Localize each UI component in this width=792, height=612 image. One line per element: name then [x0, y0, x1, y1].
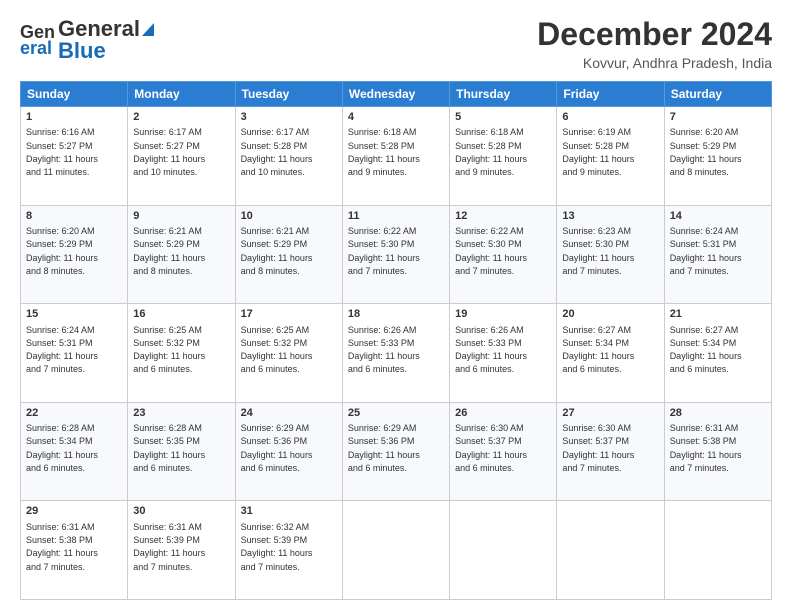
- header-thursday: Thursday: [450, 82, 557, 107]
- day-cell-3: 3 Sunrise: 6:17 AMSunset: 5:28 PMDayligh…: [235, 107, 342, 206]
- header-friday: Friday: [557, 82, 664, 107]
- calendar-table: Sunday Monday Tuesday Wednesday Thursday…: [20, 81, 772, 600]
- day-cell-29: 29 Sunrise: 6:31 AMSunset: 5:38 PMDaylig…: [21, 501, 128, 600]
- day-cell-25: 25 Sunrise: 6:29 AMSunset: 5:36 PMDaylig…: [342, 402, 449, 501]
- day-cell-4: 4 Sunrise: 6:18 AMSunset: 5:28 PMDayligh…: [342, 107, 449, 206]
- day-cell-6: 6 Sunrise: 6:19 AMSunset: 5:28 PMDayligh…: [557, 107, 664, 206]
- day-cell-26: 26 Sunrise: 6:30 AMSunset: 5:37 PMDaylig…: [450, 402, 557, 501]
- header-wednesday: Wednesday: [342, 82, 449, 107]
- day-cell-7: 7 Sunrise: 6:20 AMSunset: 5:29 PMDayligh…: [664, 107, 771, 206]
- day-cell-24: 24 Sunrise: 6:29 AMSunset: 5:36 PMDaylig…: [235, 402, 342, 501]
- day-cell-17: 17 Sunrise: 6:25 AMSunset: 5:32 PMDaylig…: [235, 304, 342, 403]
- day-cell-30: 30 Sunrise: 6:31 AMSunset: 5:39 PMDaylig…: [128, 501, 235, 600]
- logo-blue: Blue: [58, 38, 106, 64]
- day-cell-14: 14 Sunrise: 6:24 AMSunset: 5:31 PMDaylig…: [664, 205, 771, 304]
- table-row: 22 Sunrise: 6:28 AMSunset: 5:34 PMDaylig…: [21, 402, 772, 501]
- table-row: 1 Sunrise: 6:16 AMSunset: 5:27 PMDayligh…: [21, 107, 772, 206]
- empty-cell: [450, 501, 557, 600]
- svg-text:eral: eral: [20, 38, 52, 58]
- header: Gen eral General Blue December 2024 Kovv…: [20, 16, 772, 71]
- header-sunday: Sunday: [21, 82, 128, 107]
- table-row: 15 Sunrise: 6:24 AMSunset: 5:31 PMDaylig…: [21, 304, 772, 403]
- day-cell-8: 8 Sunrise: 6:20 AMSunset: 5:29 PMDayligh…: [21, 205, 128, 304]
- location: Kovvur, Andhra Pradesh, India: [537, 55, 772, 71]
- empty-cell: [342, 501, 449, 600]
- empty-cell: [664, 501, 771, 600]
- day-cell-11: 11 Sunrise: 6:22 AMSunset: 5:30 PMDaylig…: [342, 205, 449, 304]
- day-cell-20: 20 Sunrise: 6:27 AMSunset: 5:34 PMDaylig…: [557, 304, 664, 403]
- day-cell-2: 2 Sunrise: 6:17 AMSunset: 5:27 PMDayligh…: [128, 107, 235, 206]
- table-row: 8 Sunrise: 6:20 AMSunset: 5:29 PMDayligh…: [21, 205, 772, 304]
- logo-triangle: [142, 23, 154, 36]
- day-cell-31: 31 Sunrise: 6:32 AMSunset: 5:39 PMDaylig…: [235, 501, 342, 600]
- header-tuesday: Tuesday: [235, 82, 342, 107]
- day-cell-22: 22 Sunrise: 6:28 AMSunset: 5:34 PMDaylig…: [21, 402, 128, 501]
- day-cell-21: 21 Sunrise: 6:27 AMSunset: 5:34 PMDaylig…: [664, 304, 771, 403]
- day-cell-9: 9 Sunrise: 6:21 AMSunset: 5:29 PMDayligh…: [128, 205, 235, 304]
- day-cell-13: 13 Sunrise: 6:23 AMSunset: 5:30 PMDaylig…: [557, 205, 664, 304]
- day-cell-15: 15 Sunrise: 6:24 AMSunset: 5:31 PMDaylig…: [21, 304, 128, 403]
- weekday-header-row: Sunday Monday Tuesday Wednesday Thursday…: [21, 82, 772, 107]
- month-title: December 2024: [537, 16, 772, 53]
- table-row: 29 Sunrise: 6:31 AMSunset: 5:38 PMDaylig…: [21, 501, 772, 600]
- day-cell-10: 10 Sunrise: 6:21 AMSunset: 5:29 PMDaylig…: [235, 205, 342, 304]
- header-saturday: Saturday: [664, 82, 771, 107]
- day-cell-5: 5 Sunrise: 6:18 AMSunset: 5:28 PMDayligh…: [450, 107, 557, 206]
- day-cell-16: 16 Sunrise: 6:25 AMSunset: 5:32 PMDaylig…: [128, 304, 235, 403]
- day-cell-18: 18 Sunrise: 6:26 AMSunset: 5:33 PMDaylig…: [342, 304, 449, 403]
- logo: Gen eral General Blue: [20, 16, 154, 64]
- title-area: December 2024 Kovvur, Andhra Pradesh, In…: [537, 16, 772, 71]
- header-monday: Monday: [128, 82, 235, 107]
- day-cell-19: 19 Sunrise: 6:26 AMSunset: 5:33 PMDaylig…: [450, 304, 557, 403]
- day-cell-1: 1 Sunrise: 6:16 AMSunset: 5:27 PMDayligh…: [21, 107, 128, 206]
- day-cell-27: 27 Sunrise: 6:30 AMSunset: 5:37 PMDaylig…: [557, 402, 664, 501]
- logo-icon: Gen eral: [20, 18, 60, 62]
- empty-cell: [557, 501, 664, 600]
- day-cell-28: 28 Sunrise: 6:31 AMSunset: 5:38 PMDaylig…: [664, 402, 771, 501]
- day-cell-23: 23 Sunrise: 6:28 AMSunset: 5:35 PMDaylig…: [128, 402, 235, 501]
- day-cell-12: 12 Sunrise: 6:22 AMSunset: 5:30 PMDaylig…: [450, 205, 557, 304]
- page: Gen eral General Blue December 2024 Kovv…: [0, 0, 792, 612]
